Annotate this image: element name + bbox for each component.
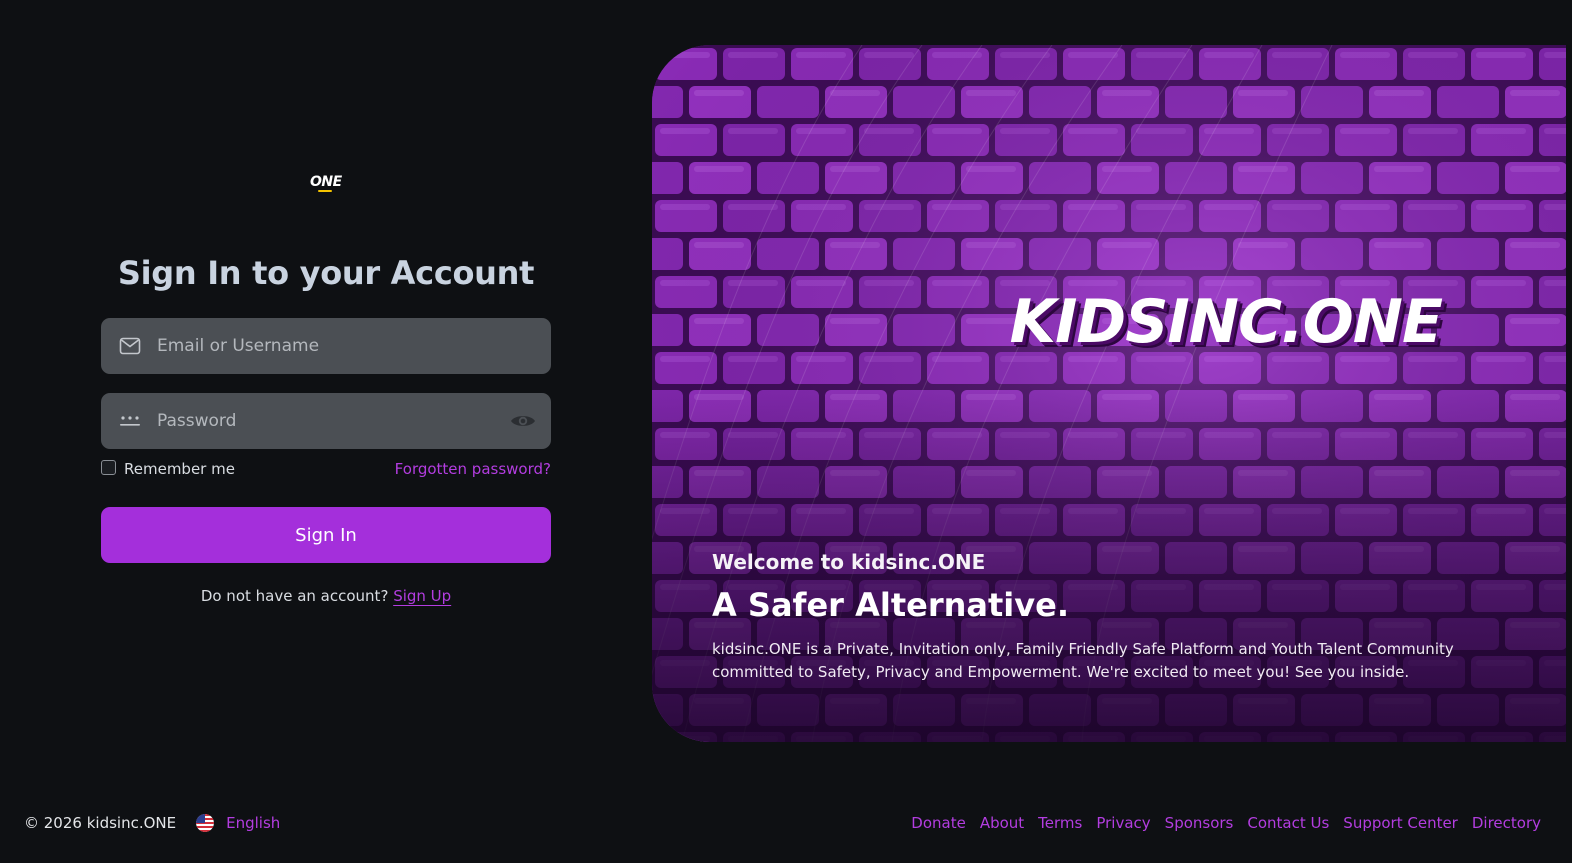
language-selector[interactable]: English — [196, 814, 280, 832]
no-account-text: Do not have an account? — [200, 587, 389, 605]
brand-wordmark: KIDSINC.ONE — [1009, 287, 1443, 357]
us-flag-icon — [196, 814, 215, 832]
page-title: Sign In to your Account — [117, 254, 535, 292]
remember-me[interactable]: Remember me — [101, 459, 235, 478]
footer-left: © 2026 kidsinc.ONE English — [24, 814, 280, 832]
language-label[interactable]: English — [226, 814, 280, 832]
footer-link-about[interactable]: About — [980, 814, 1024, 832]
footer-link-support-center[interactable]: Support Center — [1343, 814, 1458, 832]
footer-link-donate[interactable]: Donate — [911, 814, 966, 832]
tagline-heading: A Safer Alternative. — [712, 586, 1069, 624]
eye-icon[interactable] — [509, 407, 537, 435]
welcome-heading: Welcome to kidsinc.ONE — [712, 550, 986, 574]
footer-link-privacy[interactable]: Privacy — [1096, 814, 1150, 832]
email-input[interactable] — [157, 318, 551, 374]
forgot-password-link[interactable]: Forgotten password? — [395, 460, 551, 478]
signup-prompt: Do not have an account? Sign Up — [101, 587, 551, 605]
signin-page: ONE Sign In to your Account Email or Use… — [0, 0, 1572, 863]
signup-link[interactable]: Sign Up — [393, 587, 451, 605]
footer-link-terms[interactable]: Terms — [1038, 814, 1082, 832]
remember-checkbox[interactable] — [101, 459, 116, 475]
logo[interactable]: ONE — [310, 174, 342, 190]
logo-underline — [318, 190, 332, 192]
password-input[interactable] — [157, 393, 509, 449]
footer-link-directory[interactable]: Directory — [1472, 814, 1541, 832]
envelope-icon — [118, 334, 142, 358]
hero-banner: KIDSINC.ONE Welcome to kidsinc.ONE A Saf… — [652, 45, 1566, 742]
signin-button[interactable]: Sign In — [101, 507, 551, 563]
email-field[interactable] — [101, 318, 551, 374]
footer-link-sponsors[interactable]: Sponsors — [1165, 814, 1234, 832]
remember-label: Remember me — [124, 460, 235, 478]
password-field[interactable] — [101, 393, 551, 449]
dots-icon — [118, 409, 142, 433]
footer-link-contact-us[interactable]: Contact Us — [1247, 814, 1329, 832]
footer-links: Donate About Terms Privacy Sponsors Cont… — [911, 814, 1541, 832]
copyright: © 2026 kidsinc.ONE — [24, 814, 177, 832]
hero-description: kidsinc.ONE is a Private, Invitation onl… — [712, 640, 1454, 681]
